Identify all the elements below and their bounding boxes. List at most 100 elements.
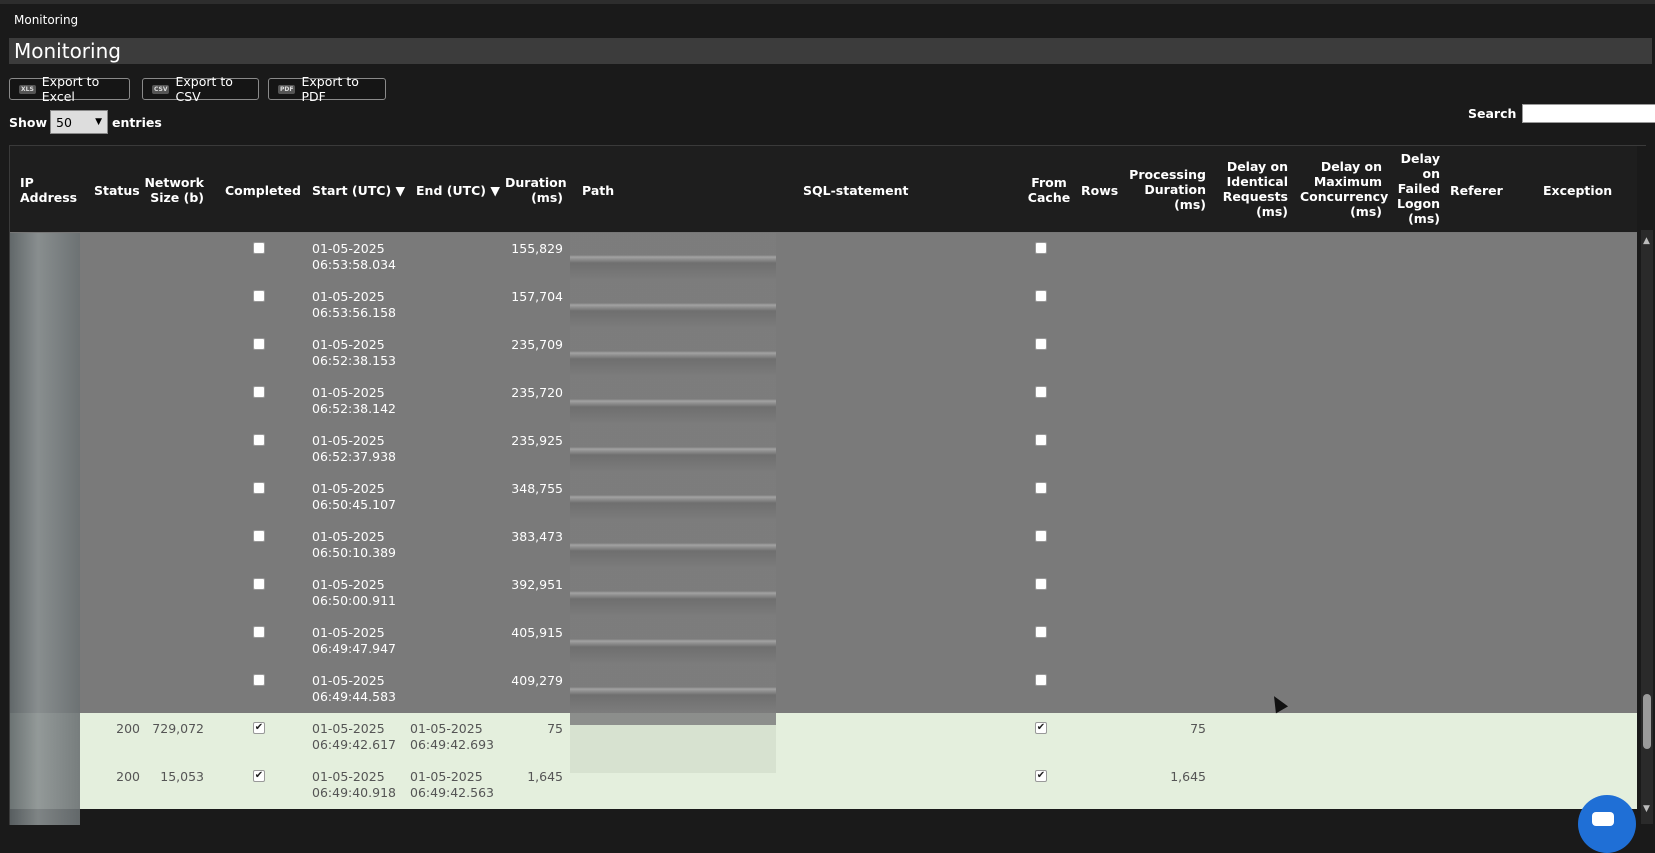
csv-icon: CSV bbox=[152, 84, 170, 94]
start-cell: 01-05-2025 06:49:47.947 bbox=[312, 625, 396, 656]
completed-checkbox[interactable] bbox=[253, 578, 265, 590]
completed-checkbox[interactable] bbox=[253, 242, 265, 254]
col-start-utc[interactable]: Start (UTC) ▼ bbox=[312, 183, 405, 198]
col-status[interactable]: Status bbox=[94, 183, 140, 198]
from-cache-checkbox[interactable] bbox=[1035, 674, 1047, 686]
table-row[interactable]: 01-05-2025 06:53:56.158 157,704 bbox=[10, 281, 1637, 329]
entries-label: entries bbox=[112, 114, 162, 130]
table-row[interactable]: 01-05-2025 06:50:10.389 383,473 bbox=[10, 521, 1637, 569]
col-completed[interactable]: Completed bbox=[225, 183, 301, 198]
length-control: Show 50 ▼ entries bbox=[9, 110, 162, 134]
page-title: Monitoring bbox=[9, 38, 1652, 64]
chevron-down-icon: ▼ bbox=[95, 117, 103, 127]
col-from-cache[interactable]: From Cache bbox=[1020, 175, 1078, 205]
duration-cell: 155,829 bbox=[511, 241, 563, 256]
redacted-path-column bbox=[570, 233, 776, 725]
duration-cell: 157,704 bbox=[511, 289, 563, 304]
table-row[interactable]: 01-05-2025 06:49:47.947 405,915 bbox=[10, 617, 1637, 665]
from-cache-checkbox[interactable] bbox=[1035, 578, 1047, 590]
completed-checkbox[interactable] bbox=[253, 290, 265, 302]
export-csv-label: Export to CSV bbox=[175, 74, 233, 104]
col-processing-duration[interactable]: Processing Duration (ms) bbox=[1122, 167, 1206, 212]
table-row[interactable]: 01-05-2025 06:52:37.938 235,925 bbox=[10, 425, 1637, 473]
search-input[interactable] bbox=[1522, 104, 1655, 123]
processing-duration-cell: 75 bbox=[1190, 721, 1206, 736]
export-pdf-button[interactable]: PDF Export to PDF bbox=[268, 74, 386, 104]
start-cell: 01-05-2025 06:49:44.583 bbox=[312, 673, 396, 704]
breadcrumb[interactable]: Monitoring bbox=[14, 13, 78, 27]
scrollbar-thumb[interactable] bbox=[1643, 694, 1651, 749]
from-cache-checkbox[interactable] bbox=[1035, 530, 1047, 542]
entries-select-value: 50 bbox=[56, 114, 72, 130]
start-cell: 01-05-2025 06:53:56.158 bbox=[312, 289, 396, 320]
duration-cell: 235,925 bbox=[511, 433, 563, 448]
duration-cell: 235,720 bbox=[511, 385, 563, 400]
from-cache-checkbox[interactable] bbox=[1035, 482, 1047, 494]
col-duration[interactable]: Duration (ms) bbox=[505, 175, 567, 205]
completed-checkbox[interactable] bbox=[253, 482, 265, 494]
pdf-icon: PDF bbox=[278, 84, 296, 94]
start-cell: 01-05-2025 06:50:10.389 bbox=[312, 529, 396, 560]
col-ip-address[interactable]: IP Address bbox=[20, 175, 77, 205]
duration-cell: 75 bbox=[547, 721, 563, 736]
completed-checkbox[interactable] bbox=[253, 434, 265, 446]
col-delay-concurrency[interactable]: Delay on Maximum Concurrency (ms) bbox=[1300, 159, 1388, 219]
col-rows[interactable]: Rows bbox=[1081, 183, 1118, 198]
col-exception[interactable]: Exception bbox=[1543, 183, 1612, 198]
col-sql-statement[interactable]: SQL-statement bbox=[803, 183, 908, 198]
from-cache-checkbox[interactable]: ✔ bbox=[1035, 770, 1047, 782]
table-row[interactable]: 01-05-2025 06:53:58.034 155,829 bbox=[10, 233, 1637, 281]
scroll-up-icon[interactable]: ▲ bbox=[1643, 236, 1650, 246]
start-cell: 01-05-2025 06:50:00.911 bbox=[312, 577, 396, 608]
from-cache-checkbox[interactable]: ✔ bbox=[1035, 722, 1047, 734]
completed-checkbox[interactable] bbox=[253, 386, 265, 398]
show-label: Show bbox=[9, 114, 48, 130]
start-cell: 01-05-2025 06:52:37.938 bbox=[312, 433, 396, 464]
start-cell: 01-05-2025 06:52:38.142 bbox=[312, 385, 396, 416]
completed-checkbox[interactable]: ✔ bbox=[253, 770, 265, 782]
col-referer[interactable]: Referer bbox=[1450, 183, 1503, 198]
duration-cell: 383,473 bbox=[511, 529, 563, 544]
duration-cell: 409,279 bbox=[511, 673, 563, 688]
excel-icon: XLS bbox=[19, 84, 36, 94]
redacted-path-cell bbox=[570, 725, 776, 773]
table-row[interactable]: 01-05-2025 06:49:44.583 409,279 bbox=[10, 665, 1637, 713]
processing-duration-cell: 1,645 bbox=[1170, 769, 1206, 784]
table-row[interactable]: 200 729,072 ✔ 01-05-2025 06:49:42.617 01-05-2… bbox=[10, 713, 1637, 761]
status-cell: 200 bbox=[116, 721, 140, 736]
col-network-size[interactable]: Network Size (b) bbox=[140, 175, 204, 205]
completed-checkbox[interactable] bbox=[253, 674, 265, 686]
col-delay-failed-logon[interactable]: Delay on Failed Logon (ms) bbox=[1390, 151, 1440, 226]
start-cell: 01-05-2025 06:52:38.153 bbox=[312, 337, 396, 368]
end-cell: 01-05-2025 06:49:42.693 bbox=[410, 721, 494, 752]
from-cache-checkbox[interactable] bbox=[1035, 626, 1047, 638]
table-row[interactable]: 01-05-2025 06:52:38.142 235,720 bbox=[10, 377, 1637, 425]
table-row[interactable]: 01-05-2025 06:52:38.153 235,709 bbox=[10, 329, 1637, 377]
from-cache-checkbox[interactable] bbox=[1035, 434, 1047, 446]
from-cache-checkbox[interactable] bbox=[1035, 242, 1047, 254]
network-size-cell: 15,053 bbox=[160, 769, 204, 784]
completed-checkbox[interactable] bbox=[253, 530, 265, 542]
from-cache-checkbox[interactable] bbox=[1035, 290, 1047, 302]
export-csv-button[interactable]: CSV Export to CSV bbox=[142, 74, 259, 104]
duration-cell: 348,755 bbox=[511, 481, 563, 496]
completed-checkbox[interactable]: ✔ bbox=[253, 722, 265, 734]
col-delay-identical[interactable]: Delay on Identical Requests (ms) bbox=[1214, 159, 1288, 219]
table-row[interactable]: 01-05-2025 06:50:00.911 392,951 bbox=[10, 569, 1637, 617]
duration-cell: 235,709 bbox=[511, 337, 563, 352]
table-row[interactable]: 200 15,053 ✔ 01-05-2025 06:49:40.918 01-05-20… bbox=[10, 761, 1637, 809]
entries-select[interactable]: 50 ▼ bbox=[50, 110, 109, 134]
from-cache-checkbox[interactable] bbox=[1035, 386, 1047, 398]
top-border bbox=[0, 0, 1655, 4]
col-end-utc[interactable]: End (UTC) ▼ bbox=[416, 183, 500, 198]
redacted-ip-column bbox=[10, 233, 80, 825]
end-cell: 01-05-2025 06:49:42.563 bbox=[410, 769, 494, 800]
table-row[interactable]: 01-05-2025 06:50:45.107 348,755 bbox=[10, 473, 1637, 521]
col-path[interactable]: Path bbox=[582, 183, 614, 198]
completed-checkbox[interactable] bbox=[253, 626, 265, 638]
from-cache-checkbox[interactable] bbox=[1035, 338, 1047, 350]
scroll-down-icon[interactable]: ▼ bbox=[1643, 804, 1650, 814]
export-excel-button[interactable]: XLS Export to Excel bbox=[9, 74, 130, 104]
completed-checkbox[interactable] bbox=[253, 338, 265, 350]
start-cell: 01-05-2025 06:49:42.617 bbox=[312, 721, 396, 752]
